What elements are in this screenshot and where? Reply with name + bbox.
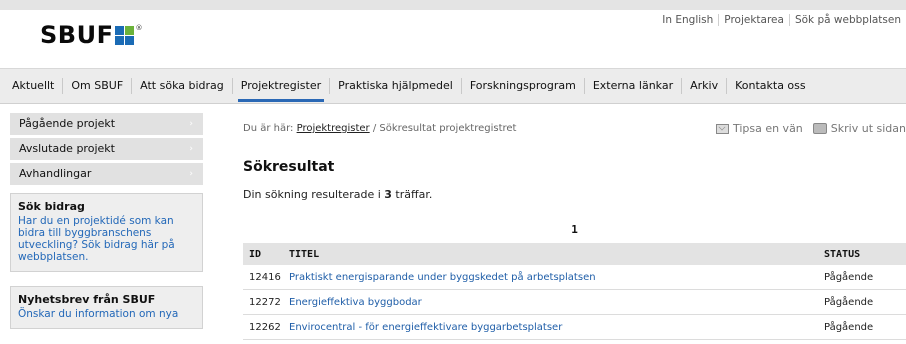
column-header-title[interactable]: TITEL: [283, 243, 818, 265]
row-status: Pågående: [818, 289, 906, 315]
nav-item-forskningsprogram[interactable]: Forskningsprogram: [460, 78, 584, 94]
sidebar-item-avhandlingar[interactable]: Avhandlingar ›: [10, 163, 203, 185]
breadcrumb-separator: /: [372, 123, 377, 134]
logo-registered-mark: ®: [135, 24, 143, 32]
page-tools: Tipsa en vän Skriv ut sidan: [715, 122, 906, 135]
toplink-in-english[interactable]: In English: [657, 14, 718, 26]
printer-icon: [812, 123, 827, 134]
sidebar-item-pagaende[interactable]: Pågående projekt ›: [10, 113, 203, 135]
toplink-search-site[interactable]: Sök på webbplatsen: [788, 14, 906, 26]
nav-item-externa-lankar[interactable]: Externa länkar: [583, 78, 681, 94]
chevron-right-icon: ›: [189, 119, 193, 129]
logo-square: [115, 25, 125, 35]
page-number[interactable]: 1: [571, 223, 578, 236]
logo-square: [125, 25, 135, 35]
logo-text: SBUF: [40, 21, 114, 49]
table-row: 12272 Energieffektiva byggbodar Pågående: [243, 289, 906, 315]
logo-square: [115, 35, 125, 45]
newsletter-title: Nyhetsbrev från SBUF: [18, 293, 156, 306]
logo-mark-icon: [115, 25, 135, 45]
breadcrumb-current: Sökresultat projektregistret: [379, 123, 517, 134]
chevron-right-icon: ›: [189, 169, 193, 179]
breadcrumb-link-projektregister[interactable]: Projektregister: [297, 123, 370, 134]
row-id: 12416: [243, 265, 283, 290]
summary-count: 3: [384, 188, 392, 201]
newsletter-link[interactable]: Önskar du information om nya: [18, 308, 195, 320]
header-band: [0, 0, 906, 10]
table-header-row: ID TITEL STATUS: [243, 243, 906, 265]
top-links: In English Projektarea Sök på webbplatse…: [657, 14, 906, 26]
sidebar-item-label: Avslutade projekt: [19, 142, 115, 155]
table-row: 12416 Praktiskt energisparande under byg…: [243, 265, 906, 290]
sidebar-item-avslutade[interactable]: Avslutade projekt ›: [10, 138, 203, 160]
sok-bidrag-link[interactable]: Har du en projektidé som kan bidra till …: [18, 215, 195, 263]
nav-item-att-soka-bidrag[interactable]: Att söka bidrag: [131, 78, 232, 94]
breadcrumb: Du är här: Projektregister / Sökresultat…: [243, 123, 516, 134]
nav-item-projektregister[interactable]: Projektregister: [231, 78, 329, 102]
logo-square: [125, 35, 135, 45]
summary-after: träffar.: [391, 188, 433, 201]
tipsa-label: Tipsa en vän: [732, 122, 803, 135]
row-title-link[interactable]: Praktiskt energisparande under byggskede…: [289, 272, 596, 283]
sidebar-item-label: Pågående projekt: [19, 117, 116, 130]
site-header: SBUF ® In English Projektarea Sök på web…: [0, 0, 906, 62]
page-title: Sökresultat: [243, 159, 335, 175]
toplink-projektarea[interactable]: Projektarea: [718, 14, 789, 26]
sok-bidrag-title: Sök bidrag: [18, 200, 85, 213]
tipsa-en-van-button[interactable]: Tipsa en vän: [715, 122, 803, 135]
envelope-icon: [715, 123, 729, 134]
nav-item-kontakta-oss[interactable]: Kontakta oss: [726, 78, 814, 94]
sbuf-logo[interactable]: SBUF ®: [40, 21, 143, 49]
row-title-link[interactable]: Envirocentral - för energieffektivare by…: [289, 322, 562, 333]
sidebar: Pågående projekt › Avslutade projekt › A…: [10, 113, 203, 329]
row-id: 12262: [243, 314, 283, 340]
pagination: 1: [243, 223, 906, 236]
nav-item-praktiska-hjalpmedel[interactable]: Praktiska hjälpmedel: [329, 78, 461, 94]
nav-item-om-sbuf[interactable]: Om SBUF: [62, 78, 131, 94]
nav-item-aktuellt[interactable]: Aktuellt: [0, 78, 62, 94]
print-label: Skriv ut sidan: [830, 122, 906, 135]
main-nav: Aktuellt Om SBUF Att söka bidrag Projekt…: [0, 68, 906, 104]
row-title-link[interactable]: Energieffektiva byggbodar: [289, 297, 422, 308]
sok-bidrag-box: Sök bidrag Har du en projektidé som kan …: [10, 193, 203, 272]
summary-before: Din sökning resulterade i: [243, 188, 385, 201]
column-header-status[interactable]: STATUS: [818, 243, 906, 265]
column-header-id[interactable]: ID: [243, 243, 283, 265]
results-table: ID TITEL STATUS 12416 Praktiskt energisp…: [243, 243, 906, 340]
chevron-right-icon: ›: [189, 144, 193, 154]
table-row: 12262 Envirocentral - för energieffektiv…: [243, 314, 906, 340]
row-id: 12272: [243, 289, 283, 315]
row-status: Pågående: [818, 314, 906, 340]
newsletter-box: Nyhetsbrev från SBUF Önskar du informati…: [10, 286, 203, 329]
sidebar-item-label: Avhandlingar: [19, 167, 92, 180]
breadcrumb-prefix: Du är här:: [243, 123, 294, 134]
print-button[interactable]: Skriv ut sidan: [812, 122, 906, 135]
search-summary: Din sökning resulterade i 3 träffar.: [243, 188, 432, 201]
nav-item-arkiv[interactable]: Arkiv: [681, 78, 726, 94]
row-status: Pågående: [818, 265, 906, 290]
